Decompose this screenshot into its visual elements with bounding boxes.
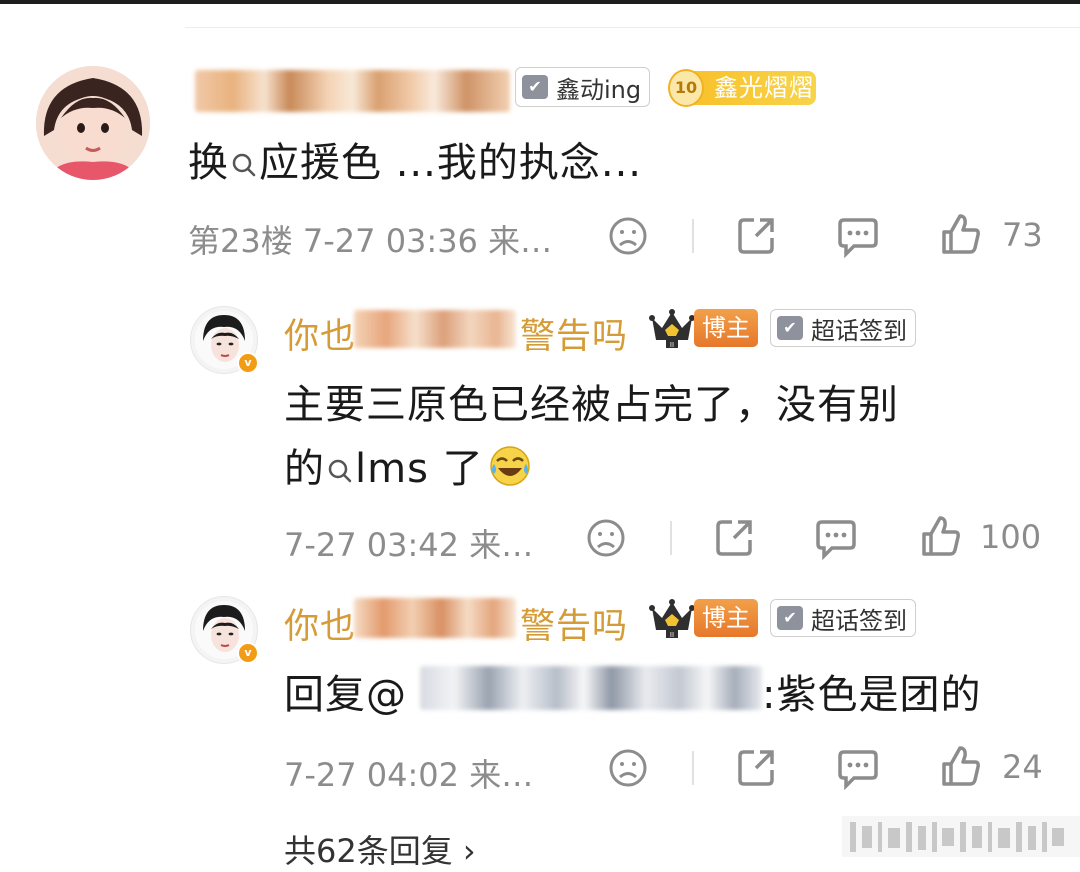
comment-text-post: 应援色 ...我的执念... <box>259 140 643 186</box>
checkin-tag[interactable]: ✔ 超话签到 <box>770 599 916 637</box>
like-count: 73 <box>1002 216 1043 254</box>
like-count: 100 <box>980 518 1042 556</box>
check-icon: ✔ <box>522 75 548 99</box>
separator <box>670 521 672 555</box>
comment-text: 换应援色 ...我的执念... <box>188 130 642 188</box>
share-icon[interactable] <box>714 516 756 558</box>
username-blurred[interactable] <box>195 70 510 112</box>
crown-icon: II <box>649 599 695 639</box>
comment-floor-time: 第23楼 7-27 03:36 来… <box>188 222 553 260</box>
check-icon: ✔ <box>777 316 803 340</box>
comment-icon[interactable] <box>836 214 880 258</box>
like-icon[interactable] <box>918 514 962 558</box>
fan-level-badge[interactable]: 10 鑫光熠熠 <box>668 69 818 107</box>
avatar[interactable]: v <box>190 306 259 374</box>
checkin-tag[interactable]: ✔ 超话签到 <box>770 309 916 347</box>
checkin-label: 超话签到 <box>811 316 907 345</box>
crown-icon: II <box>649 309 695 349</box>
mention-blurred[interactable] <box>420 666 762 710</box>
fan-group-label: 鑫动ing <box>556 75 642 104</box>
checkin-label: 超话签到 <box>811 606 907 635</box>
svg-text:II: II <box>670 341 674 349</box>
avatar[interactable]: v <box>190 596 259 664</box>
avatar[interactable] <box>36 66 150 180</box>
like-icon[interactable] <box>938 744 982 788</box>
share-icon[interactable] <box>736 746 778 788</box>
blogger-badge: 博主 <box>694 309 758 347</box>
separator <box>692 219 694 253</box>
separator <box>692 751 694 785</box>
like-count: 24 <box>1002 748 1043 786</box>
username-blurred[interactable] <box>354 310 516 348</box>
reply-time: 7-27 03:42 来… <box>284 526 534 564</box>
reply-text: :紫色是团的 <box>762 672 982 718</box>
search-icon[interactable] <box>231 152 257 178</box>
username-left[interactable]: 你也 <box>284 308 356 359</box>
reply-text-line2-post: lms 了 <box>355 446 484 492</box>
verified-icon: v <box>237 642 259 664</box>
comment-icon[interactable] <box>814 516 858 560</box>
share-icon[interactable] <box>736 214 778 256</box>
fan-group-tag[interactable]: ✔ 鑫动ing <box>515 67 651 107</box>
verified-icon: v <box>237 352 259 374</box>
watermark <box>842 816 1080 857</box>
username-right[interactable]: 警告吗 <box>520 598 628 649</box>
reply-prefix: 回复@ <box>284 672 407 718</box>
reply-text-line2-pre: 的 <box>284 446 325 492</box>
like-icon[interactable] <box>938 212 982 256</box>
dislike-face-icon[interactable] <box>608 748 648 788</box>
comment-icon[interactable] <box>836 746 880 790</box>
username-left[interactable]: 你也 <box>284 598 356 649</box>
username-right[interactable]: 警告吗 <box>520 308 628 359</box>
comment-text-pre: 换 <box>188 140 229 186</box>
check-icon: ✔ <box>777 606 803 630</box>
fan-level-number: 10 <box>668 69 704 107</box>
more-replies-link[interactable]: 共62条回复 › <box>284 826 476 872</box>
divider <box>185 27 1080 28</box>
reply-time: 7-27 04:02 来… <box>284 756 534 794</box>
blogger-badge: 博主 <box>694 599 758 637</box>
dislike-face-icon[interactable] <box>608 216 648 256</box>
reply-text-line2: 的 lms 了 <box>284 436 532 494</box>
reply-text-line1: 主要三原色已经被占完了，没有别 <box>284 382 899 428</box>
search-icon[interactable] <box>327 458 353 484</box>
svg-text:II: II <box>670 631 674 639</box>
laugh-cry-emoji-icon <box>489 446 530 486</box>
username-blurred[interactable] <box>354 598 516 638</box>
dislike-face-icon[interactable] <box>586 518 626 558</box>
top-edge <box>0 0 1080 4</box>
fan-badge-label: 鑫光熠熠 <box>714 74 814 102</box>
